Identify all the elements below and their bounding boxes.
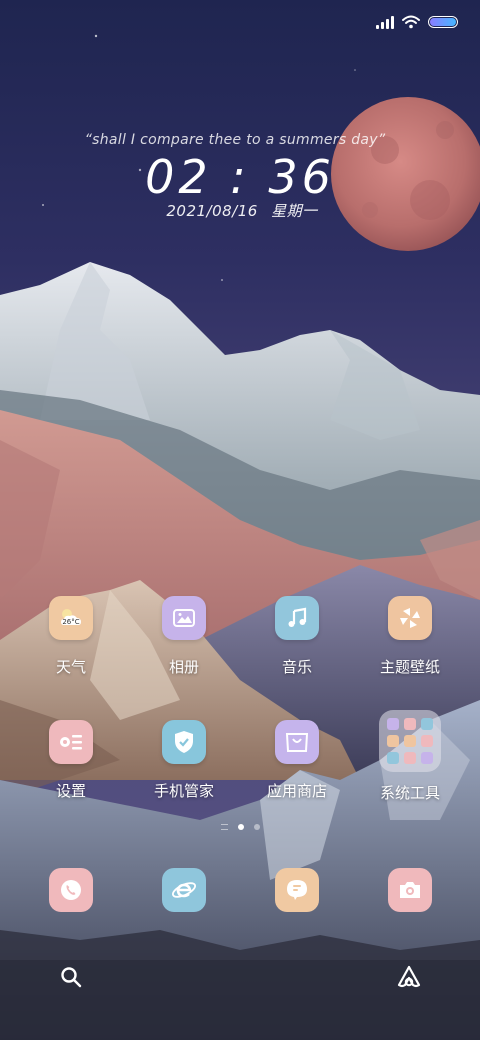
cellular-signal-icon: [376, 15, 394, 29]
music-icon: [275, 596, 319, 640]
assistant-button[interactable]: [394, 962, 424, 992]
app-label-settings: 设置: [55, 782, 86, 800]
assistant-icon: [397, 965, 421, 988]
clock-time[interactable]: 02 : 36: [0, 150, 480, 204]
dock-messages-icon[interactable]: [275, 868, 319, 912]
wifi-icon: [402, 15, 420, 29]
app-label-system-tools: 系统工具: [379, 784, 440, 802]
dock-phone-icon[interactable]: [49, 868, 93, 912]
app-label-themes: 主题壁纸: [379, 658, 440, 676]
themes-icon: [388, 596, 432, 640]
folder-icon: [379, 710, 441, 772]
app-gallery[interactable]: 相册: [129, 596, 239, 677]
gallery-icon: [162, 596, 206, 640]
weekday-text: 星期一: [271, 202, 318, 220]
page-dot-active[interactable]: [237, 824, 244, 830]
search-button[interactable]: [56, 962, 86, 992]
battery-level-fill: [430, 18, 456, 26]
app-label-music: 音乐: [281, 658, 312, 676]
app-settings[interactable]: 设置: [16, 720, 126, 801]
page-indicator: [0, 824, 480, 830]
app-weather[interactable]: 26°C 天气: [16, 596, 126, 677]
folder-system-tools[interactable]: 系统工具: [355, 710, 465, 803]
security-icon: [162, 720, 206, 764]
app-security[interactable]: 手机管家: [129, 720, 239, 801]
search-icon: [61, 967, 82, 988]
weather-temp-badge: 26°C: [62, 618, 80, 626]
dock-browser-icon[interactable]: [162, 868, 206, 912]
dock-camera-icon[interactable]: [388, 868, 432, 912]
date-text: 2021/08/16: [166, 202, 258, 220]
settings-icon: [49, 720, 93, 764]
app-label-store: 应用商店: [266, 782, 327, 800]
app-label-gallery: 相册: [168, 658, 199, 676]
clock-hours: 02: [145, 150, 212, 204]
page-dot[interactable]: [253, 824, 260, 830]
app-themes[interactable]: 主题壁纸: [355, 596, 465, 677]
app-label-security: 手机管家: [153, 782, 214, 800]
app-label-weather: 天气: [55, 658, 86, 676]
app-store-icon: [275, 720, 319, 764]
clock-date: 2021/08/16 星期一: [0, 200, 480, 221]
quote-text: “shall I compare thee to a summers day”: [84, 132, 386, 148]
page-indicator-menu-icon: [220, 824, 228, 830]
app-store[interactable]: 应用商店: [242, 720, 352, 801]
clock-separator: :: [230, 150, 250, 204]
battery-icon: [428, 16, 458, 28]
status-bar: [376, 12, 458, 32]
weather-icon: 26°C: [49, 596, 93, 640]
clock-minutes: 36: [268, 150, 335, 204]
app-music[interactable]: 音乐: [242, 596, 352, 677]
